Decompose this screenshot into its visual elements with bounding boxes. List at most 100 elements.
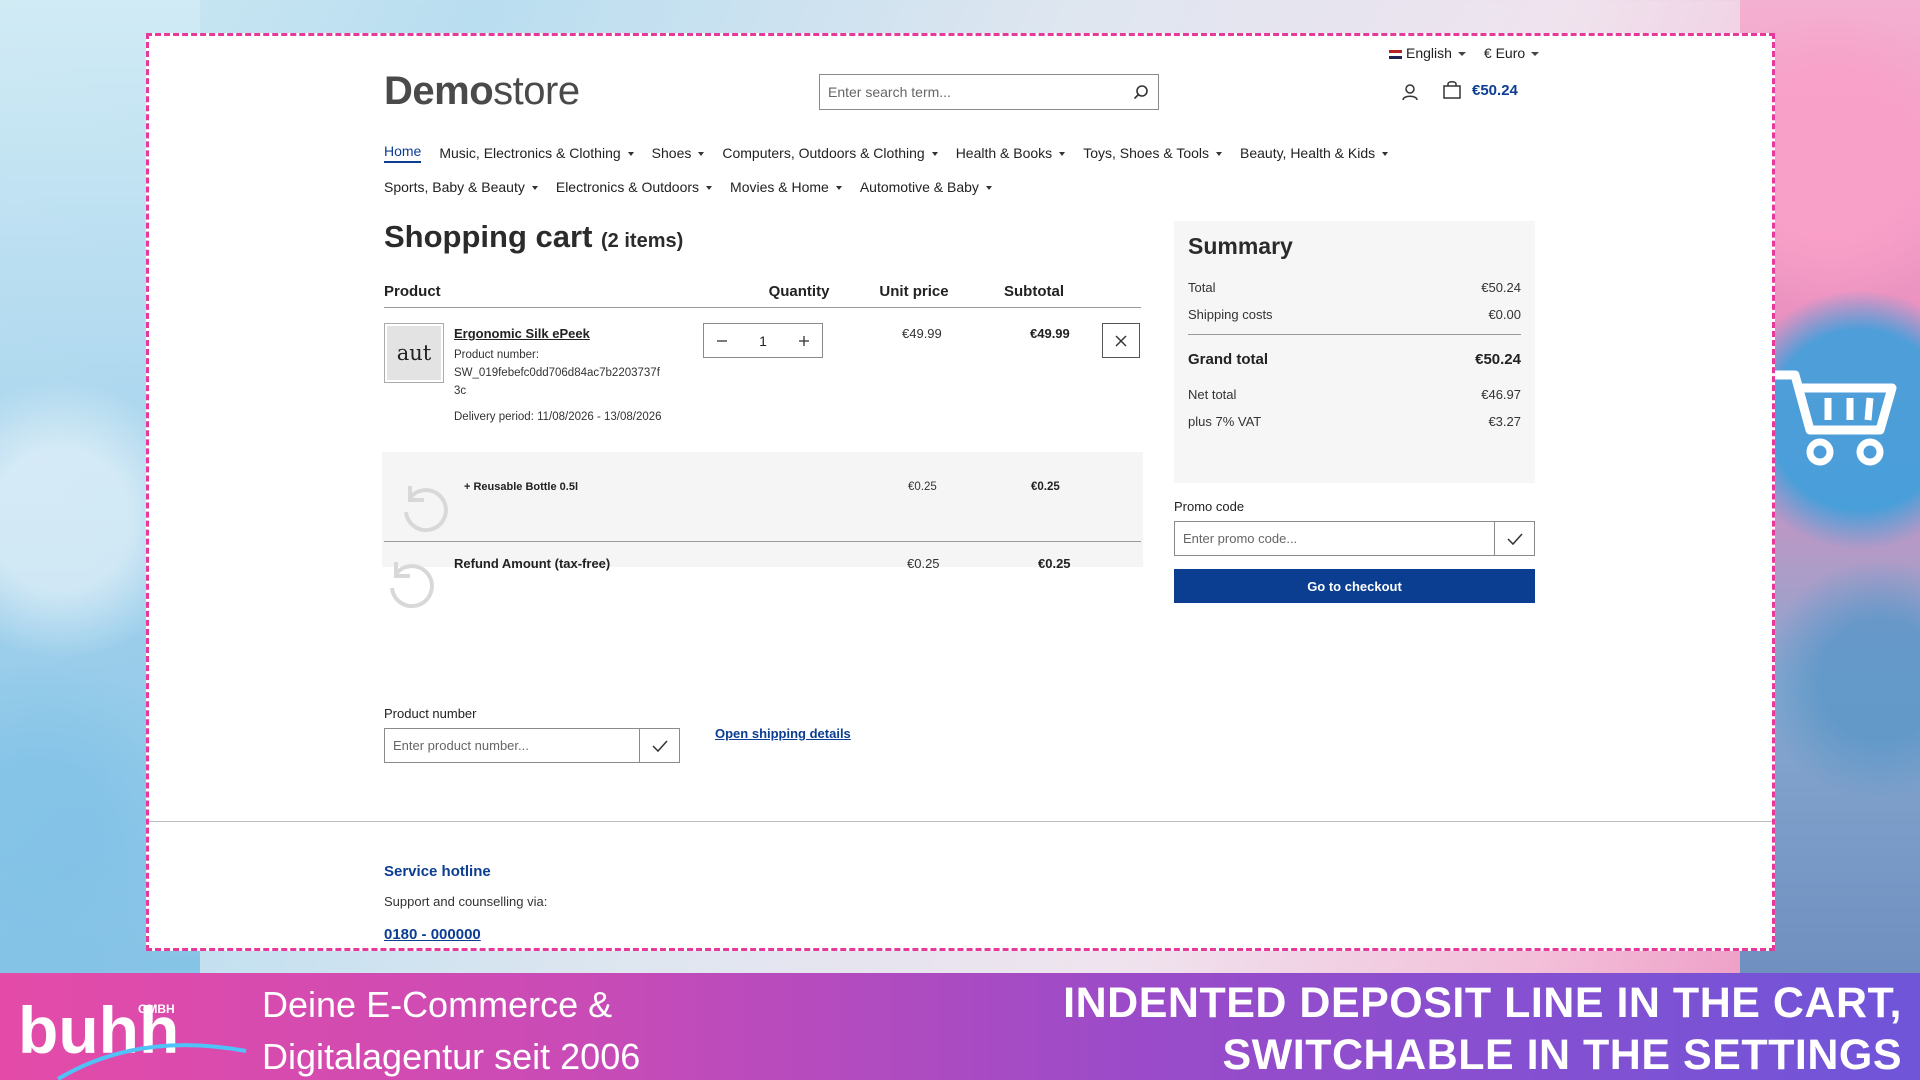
nav-item-label: Sports, Baby & Beauty: [384, 179, 538, 195]
order-summary: Summary Total €50.24 Shipping costs €0.00 …: [1174, 221, 1535, 483]
shipping-value: €0.00: [1488, 307, 1521, 322]
currency-label: € Euro: [1483, 45, 1526, 61]
add-product-number-button[interactable]: [639, 729, 679, 762]
header-unit-price: Unit price: [879, 283, 949, 300]
deposit-subtotal: €0.25: [1031, 481, 1060, 493]
shipping-label: Shipping costs: [1188, 307, 1273, 322]
checkmark-icon: [651, 739, 668, 752]
grand-total-label: Grand total: [1188, 350, 1269, 368]
item-subtotal: €49.99: [1030, 326, 1070, 341]
increase-quantity-button[interactable]: [786, 324, 822, 357]
shopping-cart-illustration-icon: [1775, 370, 1897, 466]
nav-item-movies-home[interactable]: Movies & Home: [730, 179, 842, 195]
page-title: Shopping cart (2 items): [384, 219, 683, 255]
summary-vat-row: plus 7% VAT €3.27: [1188, 408, 1521, 435]
net-total-label: Net total: [1188, 387, 1237, 402]
nav-item-home[interactable]: Home: [384, 143, 422, 163]
summary-net-row: Net total €46.97: [1188, 381, 1521, 408]
vat-value: €3.27: [1488, 414, 1521, 429]
nav-item-music-electronics-clothing[interactable]: Music, Electronics & Clothing: [439, 145, 633, 161]
net-total-value: €46.97: [1481, 387, 1521, 402]
search-icon[interactable]: [1124, 75, 1158, 109]
refund-name: Refund Amount (tax-free): [454, 556, 611, 571]
store-logo[interactable]: Demostore: [384, 69, 580, 114]
tagline-line-1: Deine E-Commerce &: [262, 984, 613, 1025]
nav-item-computers-outdoors-clothing[interactable]: Computers, Outdoors & Clothing: [722, 145, 937, 161]
summary-divider: [1188, 334, 1521, 335]
uk-flag-icon: [1389, 49, 1402, 59]
product-number-label: Product number:: [454, 349, 540, 361]
nav-item-automotive-baby[interactable]: Automotive & Baby: [860, 179, 992, 195]
nav-item-beauty-health-kids[interactable]: Beauty, Health & Kids: [1240, 145, 1388, 161]
line-item: aut Ergonomic Silk ePeek Product number:…: [382, 308, 1143, 567]
nav-item-label: Home: [384, 143, 422, 159]
total-label: Total: [1188, 280, 1216, 295]
top-bar: English € Euro: [1389, 45, 1539, 61]
refund-line: Refund Amount (tax-free) €0.25 €0.25: [384, 541, 1141, 631]
headline-line-2: SWITCHABLE IN THE SETTINGS: [1222, 1031, 1902, 1079]
nav-item-label: Health & Books: [956, 145, 1066, 161]
account-icon[interactable]: [1401, 83, 1419, 105]
footer-divider: [149, 821, 1772, 822]
cart-title-text: Shopping cart: [384, 219, 593, 254]
thumbnail-text: aut: [387, 326, 441, 380]
nav-item-label: Shoes: [652, 145, 705, 161]
header-subtotal: Subtotal: [1004, 283, 1064, 300]
remove-item-button[interactable]: [1102, 323, 1140, 358]
shop-screenshot-frame: English € Euro Demostore €50.24 Home Musi…: [146, 33, 1775, 951]
shipping-details-link[interactable]: Open shipping details: [715, 726, 851, 741]
deposit-unit-price: €0.25: [908, 481, 937, 493]
grand-total-value: €50.24: [1475, 350, 1521, 368]
promo-code-input[interactable]: [1175, 522, 1494, 555]
nav-item-label: Computers, Outdoors & Clothing: [722, 145, 937, 161]
cart-item-count: (2 items): [601, 230, 684, 252]
deposit-return-icon: [404, 486, 448, 533]
summary-grand-row: Grand total €50.24: [1188, 341, 1521, 377]
delivery-period: Delivery period: 11/08/2026 - 13/08/2026: [454, 411, 662, 423]
footer-hotline-title: Service hotline: [384, 863, 491, 880]
deposit-name: + Reusable Bottle 0.5l: [464, 481, 579, 493]
close-icon: [1115, 335, 1127, 346]
nav-row-1: Home Music, Electronics & Clothing Shoes Co…: [384, 136, 1484, 170]
promo-code-form: [1174, 521, 1535, 556]
total-value: €50.24: [1481, 280, 1521, 295]
footer-hotline-phone-link[interactable]: 0180 - 000000: [384, 926, 481, 943]
product-number-input[interactable]: [385, 729, 639, 762]
checkmark-icon: [1506, 532, 1523, 545]
nav-item-health-books[interactable]: Health & Books: [956, 145, 1066, 161]
item-unit-price: €49.99: [902, 326, 942, 341]
currency-switcher[interactable]: € Euro: [1484, 45, 1539, 61]
promo-banner: buhh GMBH Deine E-Commerce & Digitalagen…: [0, 973, 1920, 1080]
headline-line-1: INDENTED DEPOSIT LINE IN THE CART,: [1063, 979, 1902, 1027]
nav-item-toys-shoes-tools[interactable]: Toys, Shoes & Tools: [1083, 145, 1222, 161]
banner-headline: INDENTED DEPOSIT LINE IN THE CART, SWITC…: [1063, 977, 1902, 1080]
summary-shipping-row: Shipping costs €0.00: [1188, 301, 1521, 328]
product-name-link[interactable]: Ergonomic Silk ePeek: [454, 326, 590, 341]
header-cart[interactable]: €50.24: [1442, 80, 1518, 100]
product-number-field-label: Product number: [384, 706, 477, 721]
cart-table: Product Quantity Unit price Subtotal aut…: [382, 276, 1143, 609]
nav-item-electronics-outdoors[interactable]: Electronics & Outdoors: [556, 179, 712, 195]
quantity-value[interactable]: 1: [740, 333, 786, 349]
header-product: Product: [384, 283, 441, 300]
decrease-quantity-button[interactable]: [704, 324, 740, 357]
product-number-form: [384, 728, 680, 763]
nav-item-label: Beauty, Health & Kids: [1240, 145, 1388, 161]
main-navigation: Home Music, Electronics & Clothing Shoes Co…: [384, 136, 1484, 204]
logo-light: store: [493, 69, 580, 113]
product-thumbnail[interactable]: aut: [384, 323, 444, 383]
nav-item-sports-baby-beauty[interactable]: Sports, Baby & Beauty: [384, 179, 538, 195]
cart-table-header: Product Quantity Unit price Subtotal: [384, 276, 1141, 308]
nav-item-label: Toys, Shoes & Tools: [1083, 145, 1222, 161]
apply-promo-button[interactable]: [1494, 522, 1534, 555]
checkout-button[interactable]: Go to checkout: [1174, 569, 1535, 603]
nav-item-shoes[interactable]: Shoes: [652, 145, 705, 161]
product-meta: Product number: SW_019febefc0dd706d84ac7…: [454, 346, 664, 426]
search-input[interactable]: [820, 75, 1124, 109]
nav-row-2: Sports, Baby & Beauty Electronics & Outdo…: [384, 170, 1484, 204]
language-switcher[interactable]: English: [1389, 45, 1466, 61]
refund-subtotal: €0.25: [1038, 556, 1071, 571]
summary-title: Summary: [1188, 233, 1293, 259]
language-label: English: [1406, 45, 1452, 61]
nav-item-label: Movies & Home: [730, 179, 842, 195]
